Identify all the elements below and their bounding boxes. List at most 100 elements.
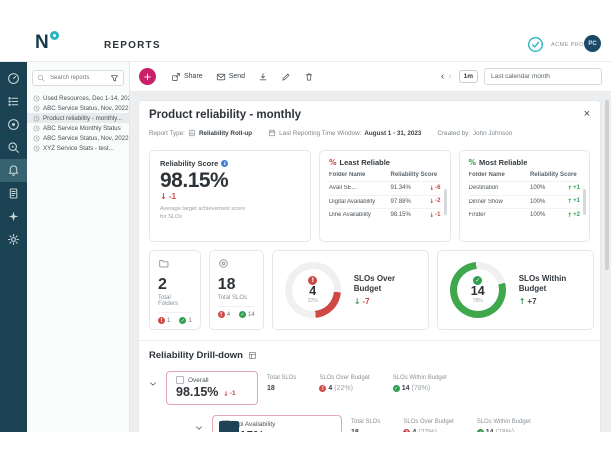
table-row[interactable]: Avail SE... 91.34% -6 <box>329 181 441 195</box>
total-folders-value: 2 <box>158 277 192 293</box>
table-row[interactable]: Dine Availability 98.15% -1 <box>329 208 441 222</box>
time-next-button[interactable] <box>446 72 453 82</box>
time-window-label: Last Reporting Time Window: <box>279 130 361 137</box>
report-type-label: Report Type: <box>149 130 185 137</box>
search-input[interactable] <box>48 74 107 82</box>
main-area: Share Send 1m La <box>130 62 611 432</box>
reports-doc-icon[interactable] <box>0 182 27 205</box>
folders-over-count: 1 <box>167 318 170 324</box>
dashboard-icon[interactable] <box>0 67 27 90</box>
slo-target-icon[interactable] <box>0 113 27 136</box>
total-slos-column: Total SLOs 18 <box>267 375 296 392</box>
nobl9-logo[interactable]: N <box>35 33 49 52</box>
search-icon <box>37 74 45 82</box>
time-range-selector[interactable]: Last calendar month <box>484 68 602 85</box>
send-button[interactable]: Send <box>216 72 245 82</box>
report-panel: Product reliability - monthly Report Typ… <box>138 100 601 432</box>
drilldown-row-name: Overall <box>188 377 209 384</box>
report-clock-icon <box>33 105 40 112</box>
drilldown-title: Reliability Drill-down <box>149 350 243 361</box>
edit-button[interactable] <box>281 72 291 82</box>
over-budget-pct: 22% <box>308 298 318 304</box>
org-label: ACME PROD <box>551 42 588 48</box>
table-row[interactable]: Finder 100% +2 <box>469 208 581 222</box>
ok-badge-icon <box>239 311 246 318</box>
chevron-down-icon[interactable] <box>195 424 203 432</box>
report-toolbar: Share Send 1m La <box>130 62 611 92</box>
filter-icon[interactable] <box>110 74 119 83</box>
col-folder-name: Folder Name <box>469 172 531 178</box>
report-list-item[interactable]: Used Resources, Dec 1-14, 2022 <box>27 93 129 103</box>
within-budget-gauge: 14 78% <box>450 262 506 318</box>
report-list-item[interactable]: XYZ Service Stats - test... <box>27 143 129 153</box>
down-arrow-icon <box>429 198 434 205</box>
close-icon[interactable] <box>584 109 590 120</box>
slos-within-budget-card: 14 78% SLOs Within Budget +7 <box>437 250 594 330</box>
within-budget-pct: 78% <box>473 298 483 304</box>
reliability-score-value: 98.15% <box>160 169 300 192</box>
least-reliable-card: % Least Reliable Folder Name Reliability… <box>319 150 451 242</box>
delete-button[interactable] <box>304 72 314 82</box>
settings-gear-icon[interactable] <box>0 228 27 251</box>
scrollbar-thumb[interactable] <box>605 100 609 270</box>
time-range-badge[interactable]: 1m <box>459 70 478 83</box>
table-row[interactable]: Dinner Show 100% +1 <box>469 195 581 209</box>
report-list-item-selected[interactable]: Product reliability - monthly... <box>27 113 129 123</box>
over-budget-gauge: 4 22% <box>285 262 341 318</box>
report-item-label: Product reliability - monthly... <box>43 115 122 122</box>
report-title: Product reliability - monthly <box>149 109 301 121</box>
report-list-item[interactable]: ABC Service Status, Nov, 2022 <box>27 103 129 113</box>
down-arrow-icon <box>429 185 434 192</box>
trash-icon <box>304 72 314 82</box>
reliability-score-title: Reliability Score <box>160 159 218 168</box>
most-reliable-card: % Most Reliable Folder Name Reliability … <box>459 150 591 242</box>
report-list-item[interactable]: ABC Service Monthly Status <box>27 123 129 133</box>
percent-down-icon: % <box>329 158 337 167</box>
down-arrow-icon <box>429 212 434 219</box>
download-button[interactable] <box>258 72 268 82</box>
reports-sidebar: Used Resources, Dec 1-14, 2022 ABC Servi… <box>27 62 130 432</box>
catalog-icon[interactable] <box>0 90 27 113</box>
report-type-icon <box>188 129 196 137</box>
ok-badge-icon <box>393 385 400 392</box>
integrations-spark-icon[interactable] <box>0 205 27 228</box>
share-button[interactable]: Share <box>171 72 203 82</box>
share-label: Share <box>184 73 203 80</box>
within-budget-column: SLOs Within Budget 14 (78%) <box>477 419 531 432</box>
layout-grid-icon[interactable] <box>248 351 257 360</box>
scrollbar-thumb[interactable] <box>444 189 447 215</box>
scrollbar-thumb[interactable] <box>583 189 586 215</box>
drilldown-row-score: 98.15% <box>176 385 218 399</box>
up-arrow-icon <box>567 185 572 192</box>
report-clock-icon <box>33 145 40 152</box>
total-slos-value: 18 <box>218 277 255 293</box>
report-clock-icon <box>33 125 40 132</box>
report-clock-icon <box>33 95 40 102</box>
folder-icon <box>158 258 192 269</box>
least-reliable-title: Least Reliable <box>340 158 390 167</box>
time-prev-button[interactable] <box>439 72 446 82</box>
info-icon[interactable]: i <box>221 160 228 167</box>
total-folders-card: 2 Total Folders 1 1 <box>149 250 201 330</box>
table-row[interactable]: Destination 100% +1 <box>469 181 581 195</box>
up-arrow-icon <box>567 198 572 205</box>
up-arrow-icon <box>519 297 526 306</box>
within-budget-title: SLOs Within Budget <box>519 274 581 295</box>
chevron-down-icon[interactable] <box>149 380 157 388</box>
reliability-score-delta: -1 <box>160 192 300 201</box>
slos-over-count: 4 <box>227 312 230 318</box>
col-reliability-score: Reliability Score <box>391 172 441 178</box>
drilldown-slo-box[interactable]: Overall 98.15% -1 <box>166 371 258 405</box>
user-avatar[interactable]: PC <box>584 35 601 52</box>
page-title: REPORTS <box>104 40 161 51</box>
share-icon <box>171 72 181 82</box>
checkbox[interactable] <box>176 376 184 384</box>
drilldown-row-name: Api Availability <box>234 421 275 428</box>
alerts-bell-icon[interactable] <box>0 159 27 182</box>
add-report-button[interactable] <box>139 68 156 85</box>
report-list-item[interactable]: ABC Service Status, Nov, 2022 <box>27 133 129 143</box>
status-check-icon[interactable] <box>527 36 544 53</box>
report-item-label: Used Resources, Dec 1-14, 2022 <box>43 95 129 102</box>
table-row[interactable]: Digital Availability 97.88% -2 <box>329 195 441 209</box>
search-insights-icon[interactable] <box>0 136 27 159</box>
